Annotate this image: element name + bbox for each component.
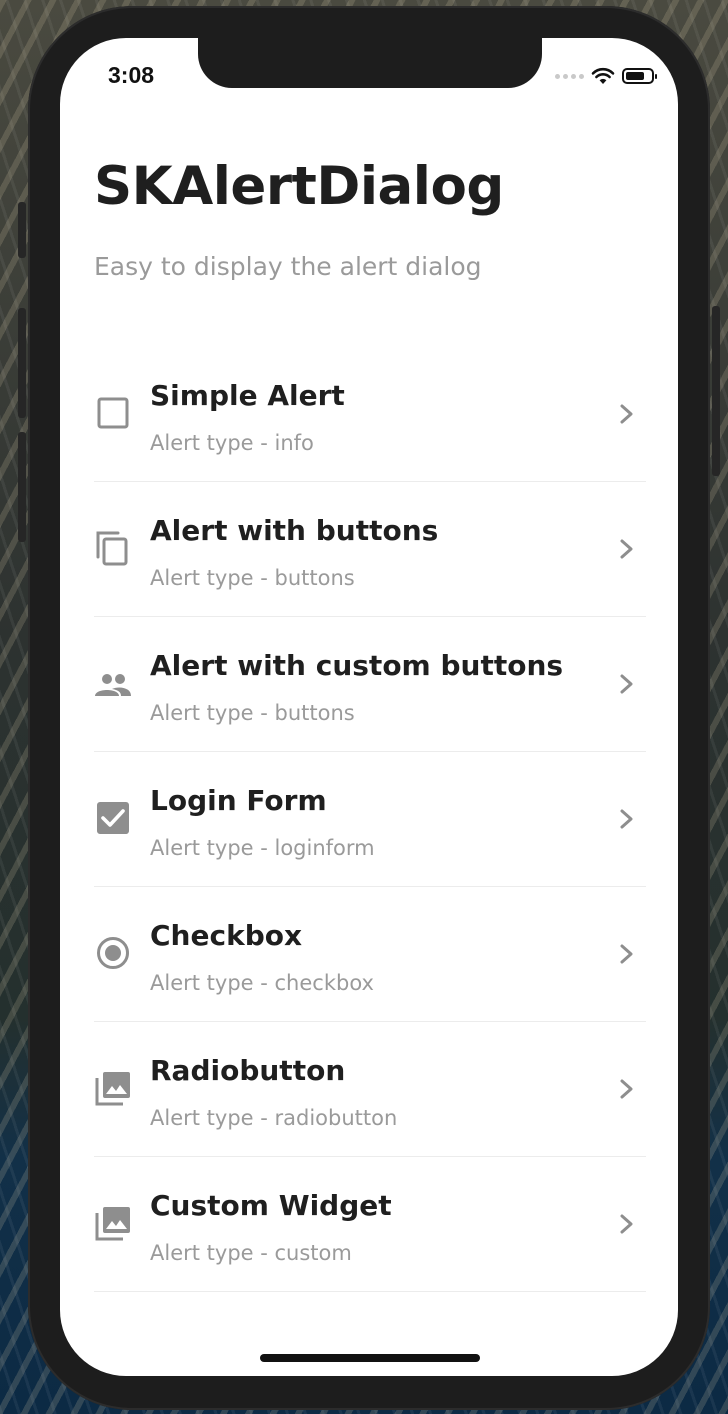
chevron-right-icon	[618, 1212, 636, 1236]
volume-down-button	[18, 432, 26, 542]
chevron-right-icon	[618, 807, 636, 831]
volume-up-button	[18, 308, 26, 418]
crop-square-icon	[94, 394, 132, 432]
status-time: 3:08	[108, 62, 155, 88]
check-box-icon	[94, 799, 132, 837]
list-item-subtitle: Alert type - loginform	[150, 836, 375, 860]
page-subtitle: Easy to display the alert dialog	[94, 252, 482, 281]
list-item-title: Simple Alert	[150, 379, 345, 412]
list-item-custom-widget[interactable]: Custom Widget Alert type - custom	[94, 1157, 646, 1292]
copy-icon	[94, 529, 132, 567]
list-item-login-form[interactable]: Login Form Alert type - loginform	[94, 752, 646, 887]
list-item-alert-with-buttons[interactable]: Alert with buttons Alert type - buttons	[94, 482, 646, 617]
chevron-right-icon	[618, 672, 636, 696]
app-screen: 3:08 SKAlertDialog Easy to display the a…	[60, 38, 678, 1376]
photo-library-icon	[94, 1204, 132, 1242]
list-item-subtitle: Alert type - info	[150, 431, 314, 455]
home-indicator[interactable]	[260, 1354, 480, 1362]
list-item-subtitle: Alert type - buttons	[150, 566, 355, 590]
list-item-title: Alert with custom buttons	[150, 649, 564, 682]
cellular-signal-icon	[555, 73, 584, 79]
chevron-right-icon	[618, 1077, 636, 1101]
list-item-title: Custom Widget	[150, 1189, 392, 1222]
list-item-checkbox[interactable]: Checkbox Alert type - checkbox	[94, 887, 646, 1022]
notch	[198, 38, 542, 88]
people-icon	[94, 664, 132, 702]
mute-switch	[18, 202, 26, 258]
power-button	[712, 306, 720, 476]
list-item-title: Alert with buttons	[150, 514, 439, 547]
photo-library-icon	[94, 1069, 132, 1107]
list-item-title: Radiobutton	[150, 1054, 346, 1087]
alert-type-list: Simple Alert Alert type - info Alert wit…	[94, 347, 646, 1292]
list-item-simple-alert[interactable]: Simple Alert Alert type - info	[94, 347, 646, 482]
list-item-subtitle: Alert type - checkbox	[150, 971, 374, 995]
list-item-subtitle: Alert type - custom	[150, 1241, 352, 1265]
chevron-right-icon	[618, 402, 636, 426]
list-item-radiobutton[interactable]: Radiobutton Alert type - radiobutton	[94, 1022, 646, 1157]
battery-icon	[622, 68, 657, 84]
wifi-icon	[591, 67, 615, 84]
list-item-subtitle: Alert type - buttons	[150, 701, 355, 725]
chevron-right-icon	[618, 537, 636, 561]
list-item-alert-with-custom-buttons[interactable]: Alert with custom buttons Alert type - b…	[94, 617, 646, 752]
radio-button-checked-icon	[94, 934, 132, 972]
list-item-title: Login Form	[150, 784, 327, 817]
page-title: SKAlertDialog	[94, 156, 504, 217]
list-item-title: Checkbox	[150, 919, 303, 952]
list-item-subtitle: Alert type - radiobutton	[150, 1106, 398, 1130]
status-indicators	[555, 66, 657, 86]
chevron-right-icon	[618, 942, 636, 966]
